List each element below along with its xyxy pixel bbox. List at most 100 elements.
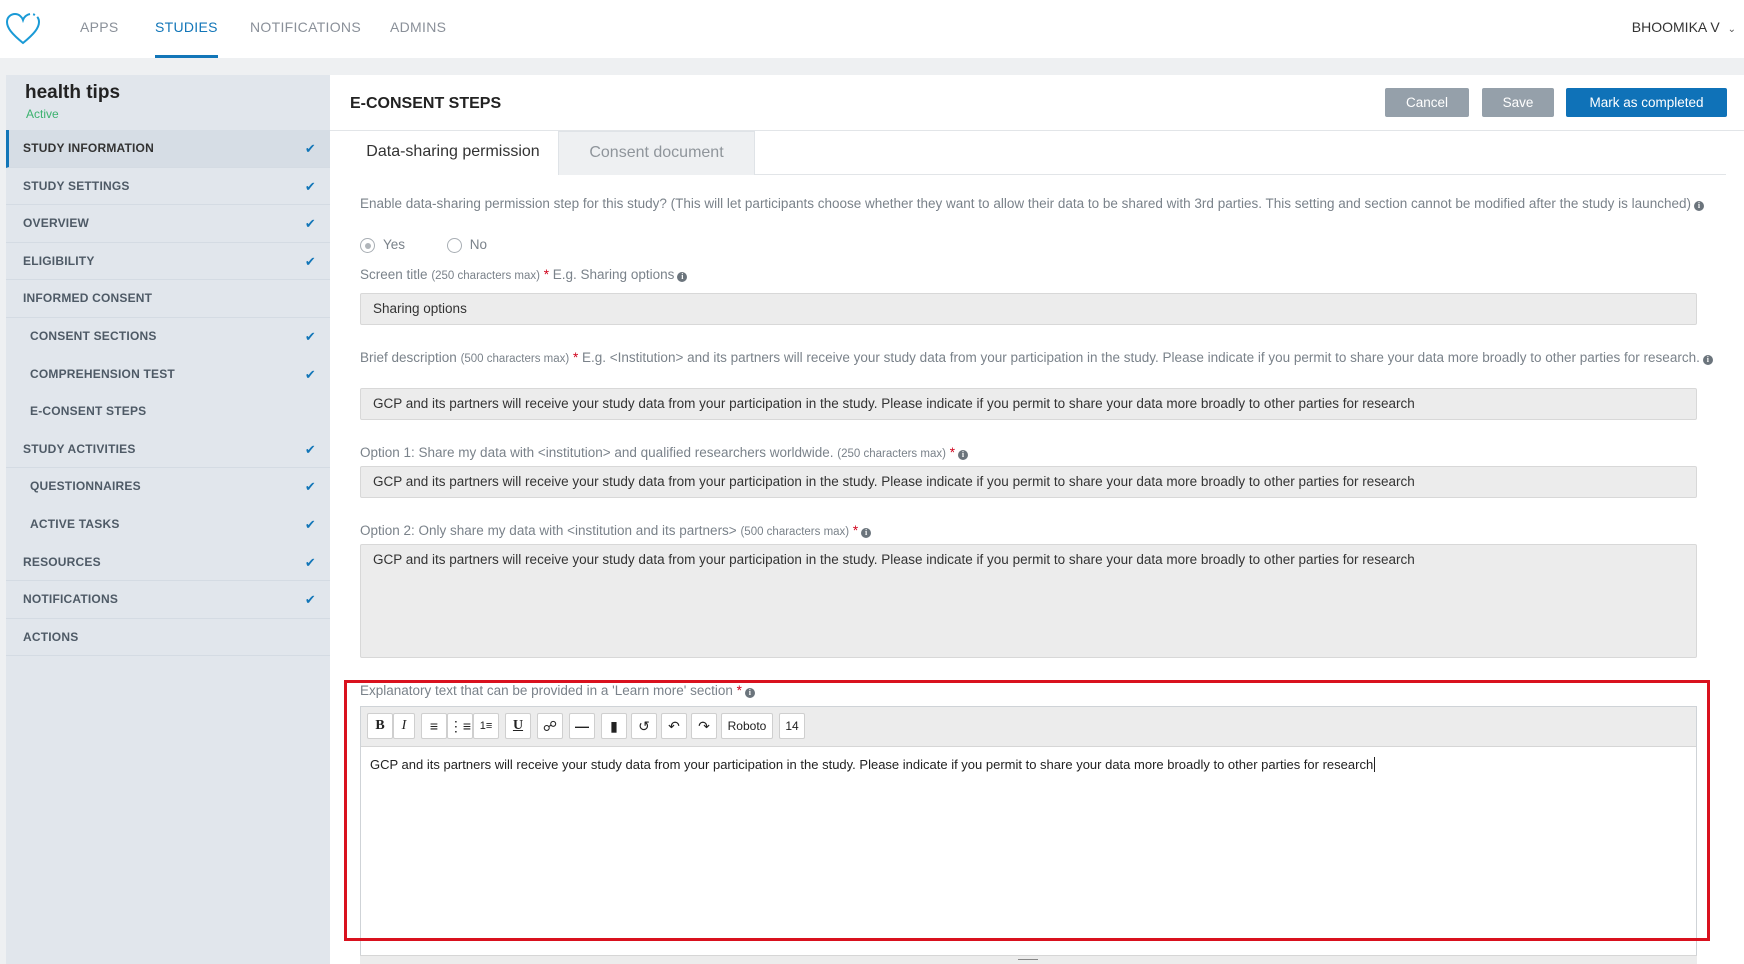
editor-content[interactable]: GCP and its partners will receive your s… bbox=[370, 757, 1376, 772]
sidebar-item-comprehension-test[interactable]: COMPREHENSION TEST ✔ bbox=[6, 356, 330, 394]
link-button[interactable]: ☍ bbox=[537, 713, 563, 739]
numbered-list-button[interactable]: 1≡ bbox=[473, 713, 499, 739]
chevron-down-icon: ⌄ bbox=[1727, 24, 1736, 35]
sidebar-menu: STUDY INFORMATION ✔ STUDY SETTINGS ✔ OVERVIE… bbox=[6, 130, 330, 657]
redo-button[interactable]: ↷ bbox=[691, 713, 717, 739]
option2-label-text: Option 2: Only share my data with <insti… bbox=[360, 523, 737, 538]
check-icon: ✔ bbox=[304, 592, 316, 608]
info-icon[interactable]: i bbox=[677, 272, 688, 282]
horizontal-rule-button[interactable]: — bbox=[569, 713, 595, 739]
user-menu[interactable]: BHOOMIKA V ⌄ bbox=[1632, 19, 1736, 35]
sidebar-item-questionnaires[interactable]: QUESTIONNAIRES ✔ bbox=[6, 468, 330, 506]
editor-resize-bar[interactable] bbox=[360, 955, 1697, 964]
nav-tab-apps[interactable]: APPS bbox=[80, 0, 119, 58]
nav-tab-notifications[interactable]: NOTIFICATIONS bbox=[250, 0, 361, 58]
info-icon[interactable]: i bbox=[1702, 355, 1713, 365]
nav-tab-studies[interactable]: STUDIES bbox=[155, 0, 218, 58]
sidebar-item-resources[interactable]: RESOURCES ✔ bbox=[6, 544, 330, 582]
study-name: health tips bbox=[25, 82, 121, 103]
italic-button[interactable]: I bbox=[393, 713, 415, 739]
brief-hint: E.g. <Institution> and its partners will… bbox=[582, 350, 1700, 365]
rich-text-editor: B I ≡ ⋮≡ 1≡ U ☍ — ▮ ↺ ↶ ↷ Roboto 14 GCP … bbox=[360, 706, 1697, 964]
cancel-button[interactable]: Cancel bbox=[1385, 88, 1469, 117]
heart-logo-icon[interactable] bbox=[4, 12, 42, 46]
underline-button[interactable]: U bbox=[505, 713, 531, 739]
option1-input[interactable]: GCP and its partners will receive your s… bbox=[360, 466, 1697, 498]
option1-limit: (250 characters max) bbox=[837, 448, 946, 460]
radio-no-label: No bbox=[469, 237, 488, 253]
font-family-select[interactable]: Roboto bbox=[721, 713, 773, 739]
sidebar-item-active-tasks[interactable]: ACTIVE TASKS ✔ bbox=[6, 506, 330, 544]
brief-label-text: Brief description bbox=[360, 350, 457, 365]
option2-textarea[interactable]: GCP and its partners will receive your s… bbox=[360, 544, 1697, 658]
sidebar-item-study-information[interactable]: STUDY INFORMATION ✔ bbox=[6, 130, 330, 168]
bold-button[interactable]: B bbox=[367, 713, 393, 739]
brief-description-input[interactable]: GCP and its partners will receive your s… bbox=[360, 388, 1697, 420]
screen-title-limit: (250 characters max) bbox=[431, 270, 540, 282]
check-icon: ✔ bbox=[304, 554, 316, 570]
bullet-list-button[interactable]: ⋮≡ bbox=[447, 713, 473, 739]
eraser-icon: ▮ bbox=[610, 718, 618, 734]
eraser-button[interactable]: ▮ bbox=[601, 713, 627, 739]
sidebar-item-label: STUDY SETTINGS bbox=[23, 178, 130, 193]
required-asterisk: * bbox=[736, 683, 742, 698]
sidebar-item-eligibility[interactable]: ELIGIBILITY ✔ bbox=[6, 243, 330, 281]
sidebar-item-consent-sections[interactable]: CONSENT SECTIONS ✔ bbox=[6, 318, 330, 356]
radio-no[interactable]: No bbox=[446, 237, 488, 254]
sidebar-item-overview[interactable]: OVERVIEW ✔ bbox=[6, 205, 330, 243]
check-icon: ✔ bbox=[304, 328, 316, 344]
sidebar-item-label: COMPREHENSION TEST bbox=[30, 366, 175, 381]
save-button[interactable]: Save bbox=[1482, 88, 1554, 117]
align-left-button[interactable]: ≡ bbox=[421, 713, 447, 739]
check-icon: ✔ bbox=[304, 253, 316, 269]
sidebar-item-notifications[interactable]: NOTIFICATIONS ✔ bbox=[6, 581, 330, 619]
sidebar-item-label: OVERVIEW bbox=[23, 216, 90, 231]
sidebar-item-study-activities[interactable]: STUDY ACTIVITIES ✔ bbox=[6, 431, 330, 469]
learn-more-label-text: Explanatory text that can be provided in… bbox=[360, 683, 733, 698]
history-icon: ↺ bbox=[638, 718, 650, 734]
sidebar-item-label: ACTIONS bbox=[23, 629, 79, 644]
required-asterisk: * bbox=[543, 267, 549, 282]
tab-consent-document[interactable]: Consent document bbox=[558, 131, 755, 175]
check-icon: ✔ bbox=[304, 479, 316, 495]
horizontal-rule-icon: — bbox=[575, 718, 589, 734]
check-icon: ✔ bbox=[304, 141, 316, 156]
sidebar-item-actions[interactable]: ACTIONS bbox=[6, 619, 330, 657]
sidebar-item-e-consent-steps[interactable]: E-CONSENT STEPS bbox=[6, 393, 330, 431]
screen-title-input[interactable]: Sharing options bbox=[360, 293, 1697, 325]
radio-yes[interactable]: Yes bbox=[360, 237, 405, 254]
study-status: Active bbox=[26, 107, 59, 121]
radio-yes-circle[interactable] bbox=[360, 238, 375, 254]
required-asterisk: * bbox=[572, 350, 579, 365]
check-icon: ✔ bbox=[304, 216, 316, 232]
screen-title-label-text: Screen title bbox=[360, 267, 428, 282]
tab-bar: Data-sharing permission Consent document bbox=[348, 131, 1726, 175]
mark-completed-button[interactable]: Mark as completed bbox=[1566, 88, 1727, 117]
numbered-list-icon: 1≡ bbox=[479, 720, 493, 732]
sidebar-item-label: STUDY INFORMATION bbox=[23, 141, 154, 155]
learn-more-label: Explanatory text that can be provided in… bbox=[360, 682, 755, 699]
link-icon: ☍ bbox=[542, 718, 558, 734]
info-icon[interactable]: i bbox=[1693, 201, 1704, 211]
undo-icon: ↶ bbox=[668, 718, 680, 734]
info-icon[interactable]: i bbox=[861, 528, 872, 538]
undo-button[interactable]: ↶ bbox=[661, 713, 687, 739]
sidebar-item-label: ACTIVE TASKS bbox=[30, 516, 120, 531]
brief-description-label: Brief description (500 characters max) *… bbox=[360, 349, 1730, 368]
sidebar-item-label: CONSENT SECTIONS bbox=[30, 328, 157, 343]
option1-label-text: Option 1: Share my data with <institutio… bbox=[360, 445, 834, 460]
sidebar-item-label: E-CONSENT STEPS bbox=[30, 404, 147, 419]
tab-data-sharing[interactable]: Data-sharing permission bbox=[348, 131, 558, 175]
sidebar-item-informed-consent[interactable]: INFORMED CONSENT bbox=[6, 280, 330, 318]
editor-content-text: GCP and its partners will receive your s… bbox=[370, 757, 1374, 772]
font-size-select[interactable]: 14 bbox=[779, 713, 805, 739]
history-button[interactable]: ↺ bbox=[631, 713, 657, 739]
radio-no-circle[interactable] bbox=[446, 238, 462, 254]
info-icon[interactable]: i bbox=[957, 450, 968, 460]
nav-tab-admins[interactable]: ADMINS bbox=[390, 0, 446, 58]
info-icon[interactable]: i bbox=[744, 688, 755, 698]
user-name: BHOOMIKA V bbox=[1631, 19, 1720, 35]
resize-grip-icon bbox=[1018, 959, 1038, 960]
check-icon: ✔ bbox=[304, 441, 316, 457]
sidebar-item-study-settings[interactable]: STUDY SETTINGS ✔ bbox=[6, 168, 330, 206]
